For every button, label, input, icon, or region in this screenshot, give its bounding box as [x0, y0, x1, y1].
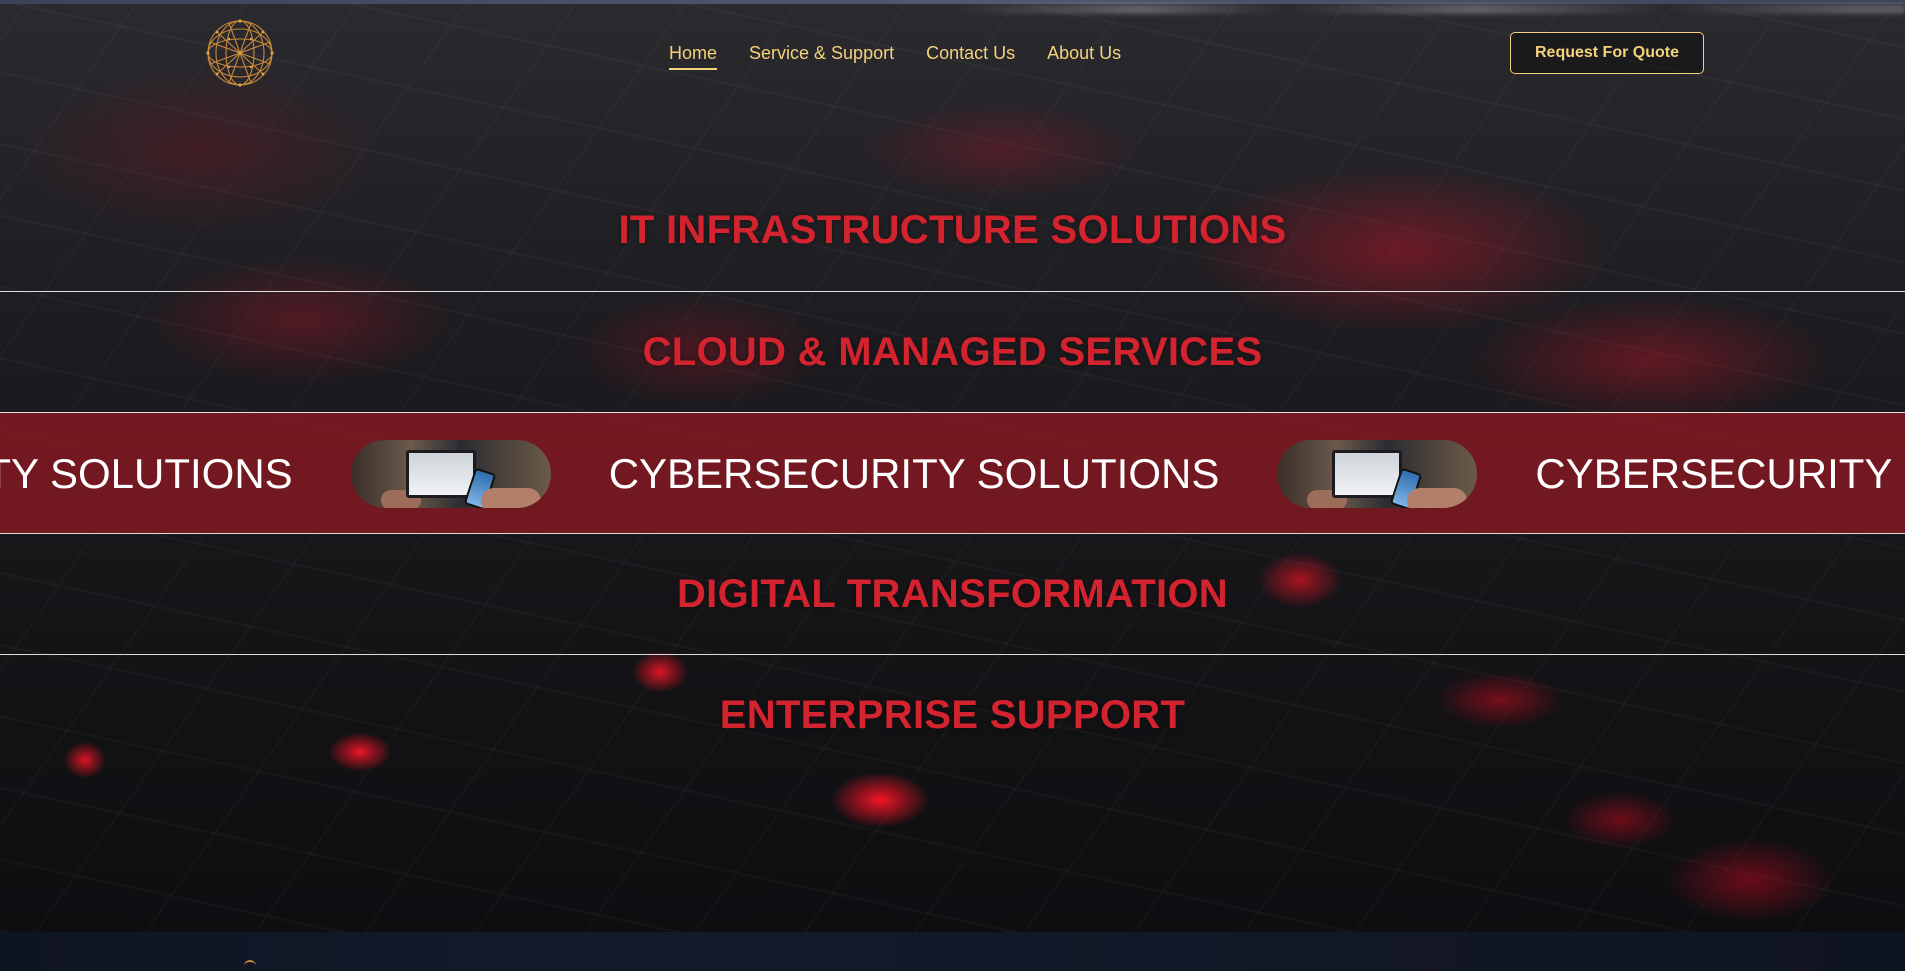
footer-logo-icon: [244, 960, 256, 971]
service-row-it-infrastructure[interactable]: IT INFRASTRUCTURE SOLUTIONS: [0, 170, 1905, 291]
footer-strip: [0, 932, 1905, 971]
nav-service-support-link[interactable]: Service & Support: [749, 43, 894, 68]
service-row-label: ENTERPRISE SUPPORT: [719, 692, 1186, 737]
laptop-phone-image: [350, 439, 551, 508]
wireframe-globe-icon[interactable]: [205, 18, 275, 88]
marquee-text: CYBERSECURITY SOLUTIONS: [1535, 449, 1905, 497]
nav-about-us-link[interactable]: About Us: [1047, 43, 1121, 68]
service-row-label: IT INFRASTRUCTURE SOLUTIONS: [618, 208, 1287, 252]
service-row-enterprise-support[interactable]: ENTERPRISE SUPPORT: [0, 654, 1905, 775]
marquee-text: CYBERSECURITY SOLUTIONS: [0, 449, 293, 497]
service-row-cybersecurity[interactable]: CYBERSECURITY SOLUTIONS CYBERSECURITY SO…: [0, 412, 1905, 533]
main-nav: Home Service & Support Contact Us About …: [669, 42, 1121, 70]
marquee-text: CYBERSECURITY SOLUTIONS: [608, 449, 1220, 497]
site-header: Home Service & Support Contact Us About …: [0, 0, 1905, 104]
service-row-digital-transformation[interactable]: DIGITAL TRANSFORMATION: [0, 533, 1905, 654]
service-row-cloud-managed[interactable]: CLOUD & MANAGED SERVICES: [0, 291, 1905, 412]
laptop-phone-image: [1277, 439, 1478, 508]
service-row-label: CLOUD & MANAGED SERVICES: [642, 329, 1263, 374]
request-quote-button[interactable]: Request For Quote: [1510, 32, 1704, 74]
service-row-label: DIGITAL TRANSFORMATION: [677, 571, 1228, 616]
services-list: IT INFRASTRUCTURE SOLUTIONS CLOUD & MANA…: [0, 170, 1905, 775]
nav-contact-us-link[interactable]: Contact Us: [926, 43, 1015, 68]
service-marquee: CYBERSECURITY SOLUTIONS CYBERSECURITY SO…: [0, 413, 1905, 533]
nav-home-link[interactable]: Home: [669, 43, 718, 70]
